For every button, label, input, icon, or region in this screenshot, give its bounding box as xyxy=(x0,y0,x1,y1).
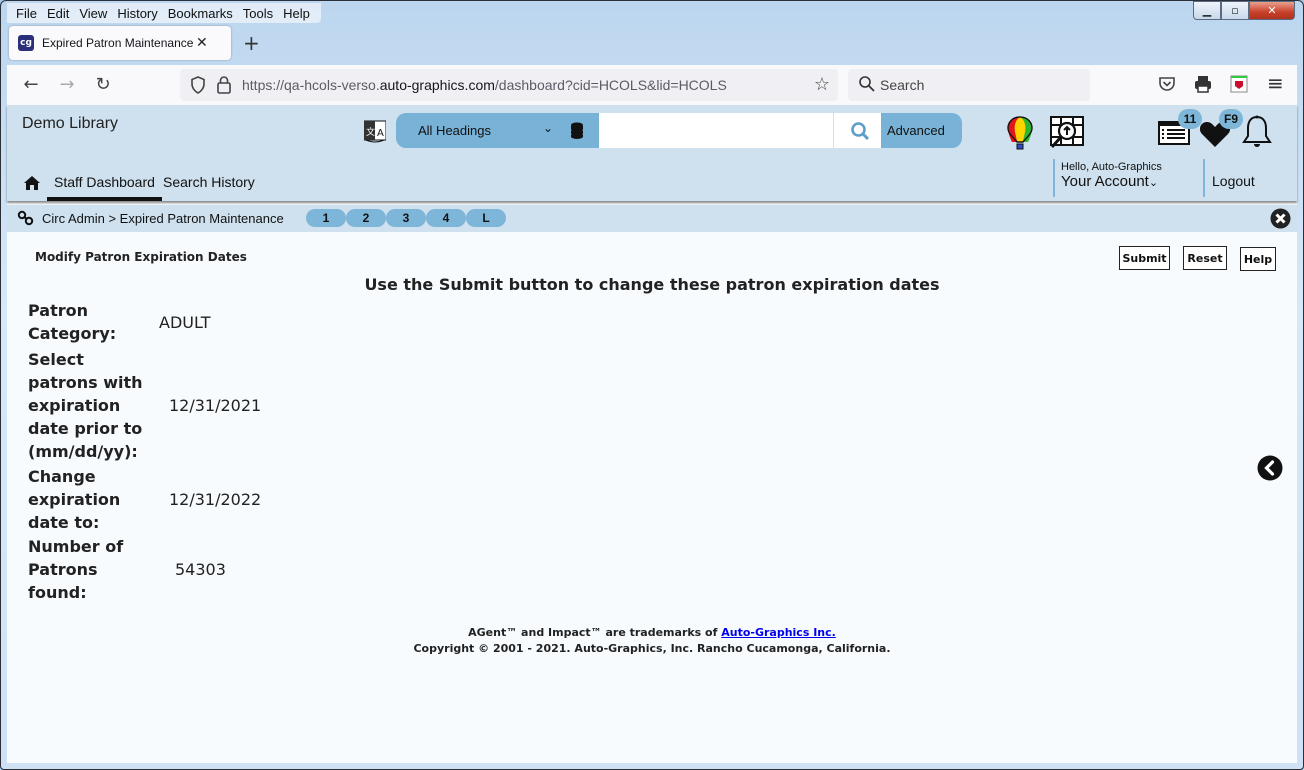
expiration-form-table: Patron Category: ADULT Select patrons wi… xyxy=(25,298,264,604)
url-prefix: https://qa-hcols-verso. xyxy=(242,77,380,93)
breadcrumb: Circ Admin > Expired Patron Maintenance xyxy=(42,211,284,226)
menu-view[interactable]: View xyxy=(74,6,112,21)
favorites-badge: F9 xyxy=(1219,109,1243,129)
catalog-search-group: All Headings ⌄ Advanced xyxy=(396,113,962,148)
patron-count-value: 54303 xyxy=(175,559,226,579)
account-menu[interactable]: Hello, Auto-Graphics Your Account⌄ xyxy=(1053,159,1162,197)
menu-tools[interactable]: Tools xyxy=(238,6,278,21)
hamburger-menu-icon[interactable]: ≡ xyxy=(1267,71,1284,95)
workspace-pill-3[interactable]: 3 xyxy=(386,209,426,227)
help-button[interactable]: Help xyxy=(1240,247,1276,271)
close-circle-icon[interactable] xyxy=(1270,208,1291,229)
close-window-button[interactable]: ✕ xyxy=(1249,1,1295,20)
browse-shelf-icon[interactable] xyxy=(1049,115,1085,149)
section-title: Modify Patron Expiration Dates xyxy=(35,250,247,264)
tab-close-icon[interactable]: ✕ xyxy=(196,35,208,51)
page-content: Demo Library A文 All Headings ⌄ Advanced … xyxy=(7,105,1297,763)
workspace-pill-2[interactable]: 2 xyxy=(346,209,386,227)
browser-search-box[interactable]: Search xyxy=(848,69,1090,101)
menu-help[interactable]: Help xyxy=(278,6,315,21)
submit-button[interactable]: Submit xyxy=(1119,246,1170,270)
link-chain-icon xyxy=(17,210,34,226)
field-label: Number of Patrons found: xyxy=(28,536,124,602)
reset-button[interactable]: Reset xyxy=(1183,246,1227,270)
browser-search-placeholder: Search xyxy=(880,77,925,93)
nav-search-history[interactable]: Search History xyxy=(163,174,255,190)
search-icon xyxy=(851,122,870,141)
home-icon[interactable] xyxy=(23,175,41,191)
workspace-pill-4[interactable]: 4 xyxy=(426,209,466,227)
svg-text:文: 文 xyxy=(366,126,375,138)
menu-bookmarks[interactable]: Bookmarks xyxy=(163,6,238,21)
logout-link[interactable]: Logout xyxy=(1203,159,1255,197)
database-icon[interactable] xyxy=(570,122,584,139)
print-icon[interactable] xyxy=(1194,75,1212,93)
breadcrumb-bar: Circ Admin > Expired Patron Maintenance … xyxy=(7,205,1297,232)
svg-text:A: A xyxy=(377,128,384,139)
form-row: Patron Category: ADULT xyxy=(25,298,264,346)
nav-toolbar: ← → ↻ https://qa-hcols-verso.auto-graphi… xyxy=(7,65,1297,105)
your-account-dropdown[interactable]: Your Account⌄ xyxy=(1061,173,1162,190)
auto-graphics-link[interactable]: Auto-Graphics Inc. xyxy=(721,626,836,639)
url-text: https://qa-hcols-verso.auto-graphics.com… xyxy=(242,77,727,93)
url-bar[interactable]: https://qa-hcols-verso.auto-graphics.com… xyxy=(180,69,838,101)
notification-bell-icon[interactable] xyxy=(1241,114,1273,150)
prior-to-date-value: 12/31/2021 xyxy=(169,395,262,415)
tab-title: Expired Patron Maintenance | HCOLS xyxy=(42,36,194,50)
field-label: Patron Category: xyxy=(28,301,117,343)
site-header: Demo Library A文 All Headings ⌄ Advanced … xyxy=(7,105,1297,201)
language-translate-icon[interactable]: A文 xyxy=(364,118,386,144)
url-domain: auto-graphics.com xyxy=(379,77,495,93)
mcafee-extension-icon[interactable] xyxy=(1230,75,1248,93)
hot-air-balloon-icon[interactable] xyxy=(1007,116,1033,150)
ag-logo-icon: cg xyxy=(18,35,34,51)
your-account-label: Your Account xyxy=(1061,173,1149,190)
menu-history[interactable]: History xyxy=(112,6,162,21)
nav-staff-dashboard[interactable]: Staff Dashboard xyxy=(47,167,162,201)
form-row: Change expiration date to: 12/31/2022 xyxy=(25,464,264,534)
form-row: Select patrons with expiration date prio… xyxy=(25,346,264,464)
workspace-pill-1[interactable]: 1 xyxy=(306,209,346,227)
account-greeting: Hello, Auto-Graphics xyxy=(1061,161,1162,173)
reload-icon[interactable]: ↻ xyxy=(91,74,115,95)
tab-strip: cg Expired Patron Maintenance | HCOLS ✕ … xyxy=(7,25,1297,61)
copyright-text: Copyright © 2001 - 2021. Auto-Graphics, … xyxy=(413,642,891,655)
pocket-icon[interactable] xyxy=(1158,75,1176,93)
instruction-text: Use the Submit button to change these pa… xyxy=(364,275,940,294)
advanced-search-button[interactable]: Advanced xyxy=(887,123,945,138)
heading-scope-select[interactable]: All Headings xyxy=(418,123,491,138)
patron-category-value: ADULT xyxy=(159,312,211,332)
shield-icon[interactable] xyxy=(190,76,206,94)
workspace-pill-l[interactable]: L xyxy=(466,209,506,227)
menu-bar: File Edit View History Bookmarks Tools H… xyxy=(7,3,321,23)
maximize-button[interactable]: ▫ xyxy=(1221,1,1249,20)
url-path: /dashboard?cid=HCOLS&lid=HCOLS xyxy=(494,77,727,93)
workspace-pills: 1 2 3 4 L xyxy=(306,209,506,227)
back-arrow-icon[interactable]: ← xyxy=(19,74,43,95)
minimize-button[interactable]: ▁ xyxy=(1193,1,1221,20)
footer: AGent™ and Impact™ are trademarks of Aut… xyxy=(7,625,1297,657)
trademark-line: AGent™ and Impact™ are trademarks of Aut… xyxy=(7,625,1297,641)
browser-window: File Edit View History Bookmarks Tools H… xyxy=(0,0,1304,770)
menu-edit[interactable]: Edit xyxy=(42,6,74,21)
search-submit-button[interactable] xyxy=(833,113,881,148)
new-tab-button[interactable]: + xyxy=(243,31,260,55)
form-row: Number of Patrons found: 54303 xyxy=(25,534,264,604)
bookmark-star-icon[interactable]: ☆ xyxy=(814,74,830,95)
trademark-text: AGent™ and Impact™ are trademarks of xyxy=(468,626,722,639)
search-icon xyxy=(859,76,875,92)
library-name: Demo Library xyxy=(22,115,119,132)
new-expiration-date-value: 12/31/2022 xyxy=(169,489,262,509)
field-label: Change expiration date to: xyxy=(28,466,121,532)
field-label: Select patrons with expiration date prio… xyxy=(28,349,143,461)
chevron-down-icon[interactable]: ⌄ xyxy=(543,121,553,135)
tab-expired-patron-maintenance[interactable]: cg Expired Patron Maintenance | HCOLS ✕ xyxy=(9,26,231,60)
forward-arrow-icon[interactable]: → xyxy=(55,74,79,95)
window-controls: ▁ ▫ ✕ xyxy=(1193,1,1295,20)
menu-file[interactable]: File xyxy=(11,6,42,21)
lock-icon[interactable] xyxy=(216,75,232,95)
chevron-down-icon: ⌄ xyxy=(1148,177,1159,189)
chevron-left-circle-icon[interactable] xyxy=(1257,455,1283,481)
